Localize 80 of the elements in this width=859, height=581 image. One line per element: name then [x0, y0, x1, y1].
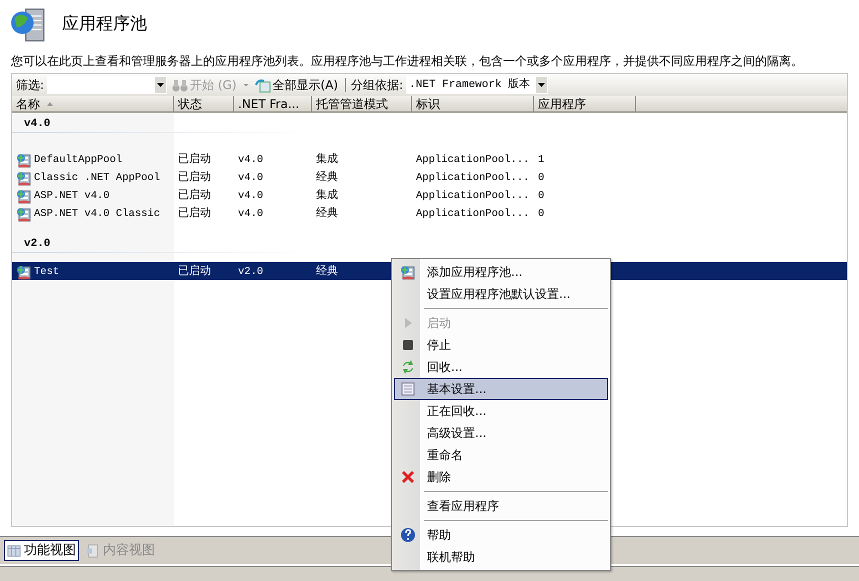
table-cell: ApplicationPool...	[416, 208, 530, 220]
show-all-button[interactable]: 全部显示(A)	[252, 76, 340, 94]
table-cell: 1	[538, 154, 544, 166]
menu-item[interactable]: 查看应用程序	[394, 495, 608, 517]
app-pool-add-icon	[400, 264, 416, 280]
view-tab[interactable]: 功能视图	[4, 540, 79, 562]
group-by-label: 分组依据:	[351, 77, 404, 94]
table-row[interactable]: ASP.NET v4.0 已启动 v4.0 集成 ApplicationPool... 0	[12, 186, 847, 204]
table-cell: 已启动	[178, 170, 211, 183]
sort-ascending-icon	[46, 100, 54, 108]
group-header: v2.0	[23, 237, 52, 252]
menu-item[interactable]: 回收...	[394, 356, 608, 378]
server-globe-icon	[10, 7, 46, 43]
table-cell: 已启动	[178, 152, 211, 165]
binoculars-icon	[172, 77, 188, 93]
app-pool-icon	[16, 188, 32, 204]
table-cell: ApplicationPool...	[416, 172, 530, 184]
table-cell: v4.0	[238, 208, 264, 220]
table-cell-text: Classic .NET AppPool	[34, 170, 160, 186]
filter-field[interactable]	[47, 76, 168, 94]
table-row[interactable]: DefaultAppPool 已启动 v4.0 集成 ApplicationPool... 1	[12, 150, 847, 168]
menu-item[interactable]: 高级设置...	[394, 422, 608, 444]
table-cell: 0	[538, 208, 544, 220]
table-cell: v4.0	[238, 154, 264, 166]
column-header[interactable]: 状态	[174, 96, 234, 112]
menu-item[interactable]: 帮助	[394, 524, 608, 546]
app-pool-icon	[16, 170, 32, 186]
table-row[interactable]: ASP.NET v4.0 Classic 已启动 v4.0 经典 ApplicationPool... 0	[12, 204, 847, 222]
table-cell: 集成	[316, 152, 338, 165]
column-header[interactable]: 标识	[412, 96, 534, 112]
caret-icon	[157, 83, 164, 87]
recycle-icon	[400, 359, 416, 375]
caret-icon	[538, 83, 546, 87]
table-cell: 经典	[316, 264, 338, 277]
refresh-list-icon	[254, 77, 271, 93]
page-description: 您可以在此页上查看和管理服务器上的应用程序池列表。应用程序池与工作进程相关联，包含一个或多个应用程序，并提供不同应用程序之间的隔离。	[10, 53, 804, 70]
column-header[interactable]: 托管管道模式	[312, 96, 412, 112]
table-cell: v4.0	[238, 172, 264, 184]
table-cell: v2.0	[238, 266, 264, 278]
table-cell-text: Test	[34, 264, 60, 280]
menu-item[interactable]: 添加应用程序池...	[394, 261, 608, 283]
help-icon	[400, 527, 416, 543]
table-cell: 已启动	[178, 206, 211, 219]
table-cell: 0	[538, 172, 544, 184]
menu-item[interactable]: 设置应用程序池默认设置...	[394, 283, 608, 305]
page-title: 应用程序池	[62, 13, 147, 36]
menu-item[interactable]: 重命名	[394, 444, 608, 466]
column-header[interactable]: .NET Fra...	[234, 96, 312, 112]
table-cell: 已启动	[178, 264, 211, 277]
document-icon	[86, 544, 100, 558]
app-pool-icon	[16, 206, 32, 222]
menu-item[interactable]: 停止	[394, 334, 608, 356]
table-cell: 已启动	[178, 188, 211, 201]
table-cell-text: ASP.NET v4.0	[34, 188, 110, 204]
table-cell: ApplicationPool...	[416, 154, 530, 166]
table-cell: 集成	[316, 188, 338, 201]
table-cell: ApplicationPool...	[416, 190, 530, 202]
menu-item[interactable]: 联机帮助	[394, 546, 608, 568]
grid-icon	[7, 544, 21, 558]
table-row[interactable]: Classic .NET AppPool 已启动 v4.0 经典 ApplicationPool... 0	[12, 168, 847, 186]
group-by-dropdown[interactable]: .NET Framework 版本	[406, 76, 548, 94]
table-cell: 经典	[316, 206, 338, 219]
menu-item[interactable]: 删除	[394, 466, 608, 488]
table-cell-text: ASP.NET v4.0 Classic	[34, 206, 160, 222]
caret-icon	[242, 81, 250, 89]
delete-icon	[400, 469, 416, 485]
column-header[interactable]: 应用程序	[534, 96, 636, 112]
table-cell: 经典	[316, 170, 338, 183]
table-cell: v4.0	[238, 190, 264, 202]
table-cell: 0	[538, 190, 544, 202]
settings-icon	[400, 381, 416, 397]
column-header[interactable]: 名称	[12, 96, 174, 112]
group-header: v4.0	[23, 117, 52, 132]
stop-icon	[400, 337, 416, 353]
app-pool-icon	[16, 264, 32, 280]
menu-item[interactable]: 基本设置...	[394, 378, 608, 400]
filter-label: 筛选:	[16, 77, 44, 94]
menu-item[interactable]: 正在回收...	[394, 400, 608, 422]
app-pool-icon	[16, 152, 32, 168]
table-cell-text: DefaultAppPool	[34, 152, 122, 168]
